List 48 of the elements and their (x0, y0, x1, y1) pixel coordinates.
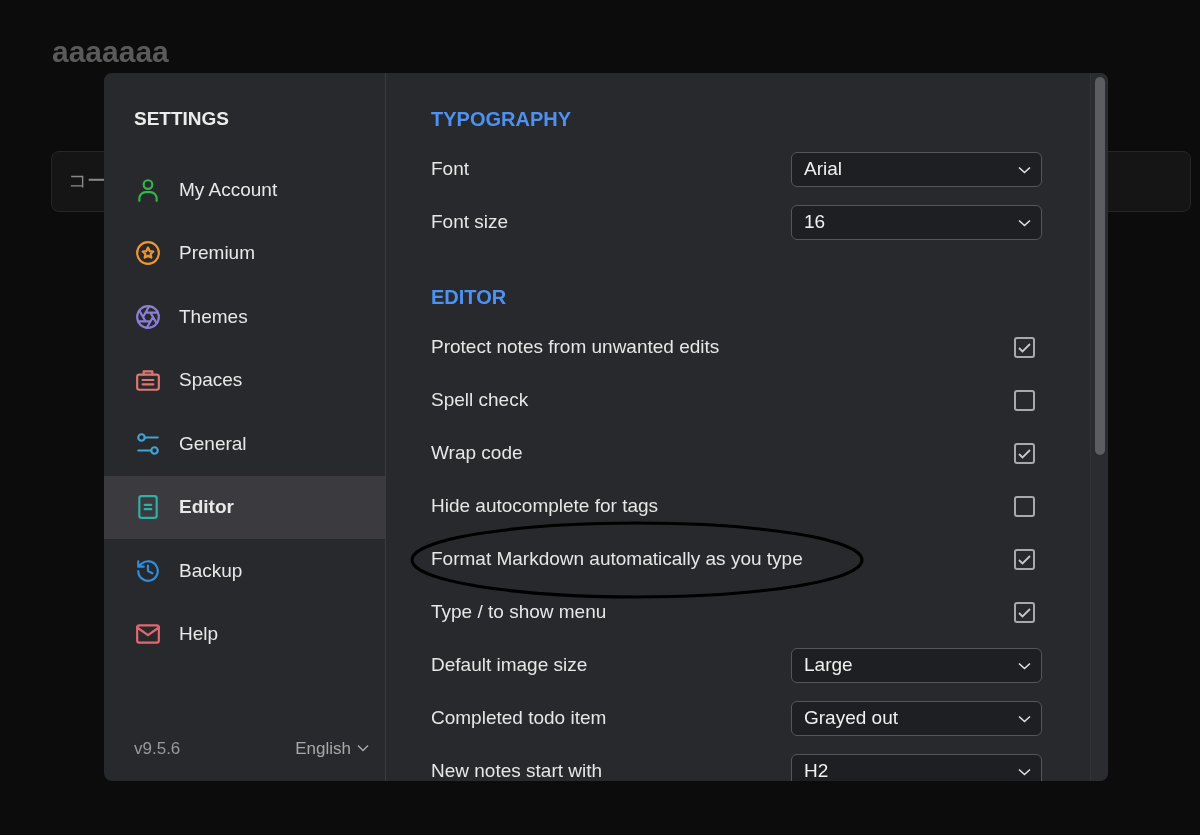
check-icon (1018, 448, 1031, 459)
check-icon (1018, 342, 1031, 353)
sidebar-item[interactable]: Backup (104, 539, 385, 603)
chevron-down-icon (1018, 165, 1031, 174)
check-icon (1018, 554, 1031, 565)
checkbox[interactable] (1014, 602, 1035, 623)
checkbox[interactable] (1014, 337, 1035, 358)
language-dropdown[interactable]: English (295, 735, 369, 761)
section-title: EDITOR (431, 285, 508, 309)
select-dropdown[interactable]: H2 (791, 754, 1042, 781)
checkbox[interactable] (1014, 549, 1035, 570)
section-title: TYPOGRAPHY (431, 107, 573, 131)
setting-label: Wrap code (431, 441, 523, 466)
setting-label: Format Markdown automatically as you type (431, 547, 803, 572)
setting-label: Spell check (431, 388, 529, 413)
select-dropdown[interactable]: Large (791, 648, 1042, 683)
check-icon (1018, 607, 1031, 618)
select-dropdown[interactable]: Grayed out (791, 701, 1042, 736)
sidebar-item[interactable]: Themes (104, 285, 385, 349)
select-dropdown[interactable]: 16 (791, 205, 1042, 240)
chevron-down-icon (1018, 714, 1031, 723)
sidebar-item[interactable]: General (104, 412, 385, 476)
sidebar-item[interactable]: Editor (104, 475, 385, 539)
settings-title: SETTINGS (133, 107, 230, 131)
sidebar-item[interactable]: My Account (104, 158, 385, 222)
sidebar-item[interactable]: Premium (104, 221, 385, 285)
scrollbar[interactable] (1090, 73, 1108, 781)
checkbox[interactable] (1014, 443, 1035, 464)
checkbox[interactable] (1014, 496, 1035, 517)
setting-label: Protect notes from unwanted edits (431, 335, 720, 360)
chevron-down-icon (1018, 767, 1031, 776)
setting-label: Type / to show menu (431, 600, 607, 625)
version-label: v9.5.6 (134, 737, 181, 760)
setting-label: Default image size (431, 653, 588, 678)
chevron-down-icon (1018, 661, 1031, 670)
select-dropdown[interactable]: Arial (791, 152, 1042, 187)
checkbox[interactable] (1014, 390, 1035, 411)
setting-label: New notes start with (431, 759, 603, 781)
setting-label: Font (431, 157, 470, 182)
chevron-down-icon (357, 744, 369, 753)
setting-label: Hide autocomplete for tags (431, 494, 659, 519)
chevron-down-icon (1018, 218, 1031, 227)
sidebar-item[interactable]: Spaces (104, 348, 385, 412)
setting-label: Font size (431, 210, 509, 235)
sidebar-item[interactable]: Help (104, 602, 385, 666)
setting-label: Completed todo item (431, 706, 607, 731)
page-heading: aaaaaaa (52, 34, 169, 70)
scrollbar-thumb[interactable] (1094, 77, 1105, 455)
